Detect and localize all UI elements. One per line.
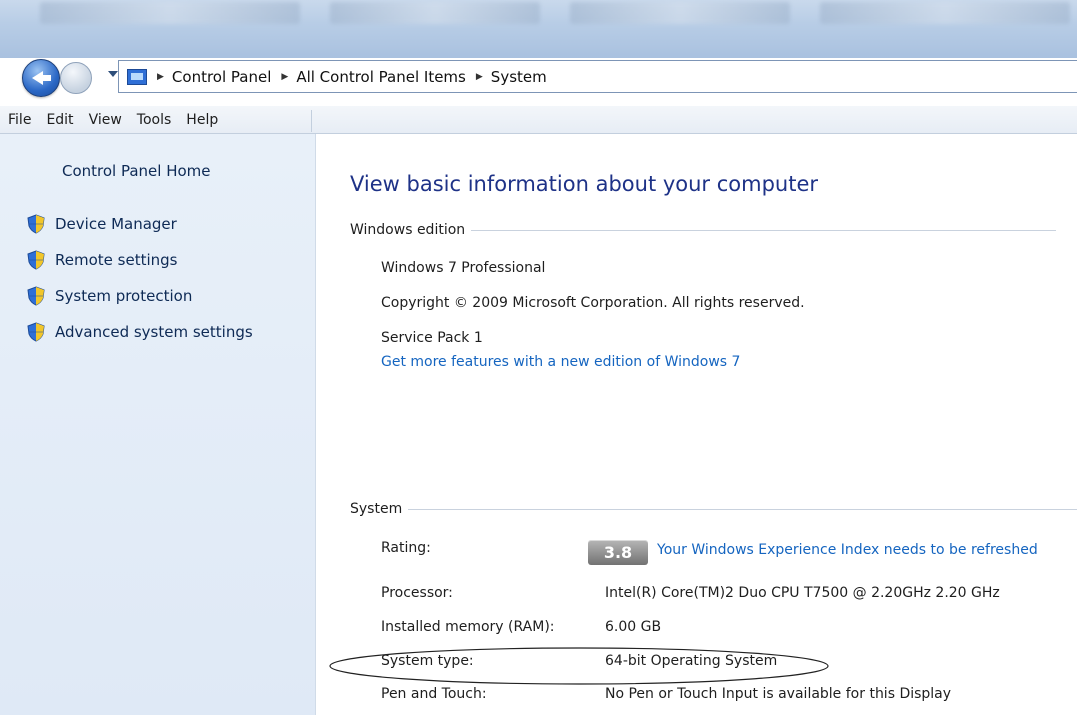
sidebar-item-label: Device Manager xyxy=(55,215,177,233)
menu-edit[interactable]: Edit xyxy=(46,112,73,128)
copyright-text: Copyright © 2009 Microsoft Corporation. … xyxy=(381,295,805,311)
back-arrow-icon[interactable] xyxy=(22,59,60,97)
sidebar-item-advanced-system-settings[interactable]: Advanced system settings xyxy=(27,322,253,342)
rating-label: Rating: xyxy=(381,540,431,556)
title-blur xyxy=(40,2,300,24)
sidebar-item-remote-settings[interactable]: Remote settings xyxy=(27,250,177,270)
sidebar-item-label: System protection xyxy=(55,287,193,305)
address-bar[interactable]: ▶ Control Panel ▶ All Control Panel Item… xyxy=(118,60,1077,93)
sidebar-item-device-manager[interactable]: Device Manager xyxy=(27,214,177,234)
breadcrumb-all-items[interactable]: All Control Panel Items xyxy=(296,68,466,86)
section-heading: System xyxy=(350,501,403,517)
menu-bar: File Edit View Tools Help xyxy=(0,106,1077,134)
menu-view[interactable]: View xyxy=(89,112,122,128)
menu-help[interactable]: Help xyxy=(186,112,218,128)
processor-value: Intel(R) Core(TM)2 Duo CPU T7500 @ 2.20G… xyxy=(605,585,1000,601)
sidebar-item-label: Remote settings xyxy=(55,251,178,269)
divider xyxy=(408,508,1077,510)
uac-shield-icon xyxy=(27,250,45,270)
page-title: View basic information about your comput… xyxy=(350,172,819,196)
pen-touch-value: No Pen or Touch Input is available for t… xyxy=(605,686,952,702)
upgrade-edition-link[interactable]: Get more features with a new edition of … xyxy=(381,354,740,370)
window-title-bar xyxy=(0,0,1077,58)
section-windows-edition: Windows edition xyxy=(350,222,1057,238)
menu-file[interactable]: File xyxy=(8,112,31,128)
uac-shield-icon xyxy=(27,214,45,234)
breadcrumb-arrow-icon[interactable]: ▶ xyxy=(157,72,164,82)
edition-name: Windows 7 Professional xyxy=(381,260,546,276)
highlight-ellipse-annotation xyxy=(329,647,829,685)
sidebar-item-system-protection[interactable]: System protection xyxy=(27,286,192,306)
memory-label: Installed memory (RAM): xyxy=(381,619,555,635)
recent-pages-dropdown-icon[interactable] xyxy=(108,71,118,77)
section-heading: Windows edition xyxy=(350,222,466,238)
divider xyxy=(471,229,1057,231)
memory-value: 6.00 GB xyxy=(605,619,662,635)
uac-shield-icon xyxy=(27,286,45,306)
title-blur xyxy=(820,2,1070,24)
forward-arrow-icon[interactable] xyxy=(60,62,92,94)
processor-label: Processor: xyxy=(381,585,453,601)
uac-shield-icon xyxy=(27,322,45,342)
sidebar-control-panel-home[interactable]: Control Panel Home xyxy=(62,162,211,180)
title-blur xyxy=(570,2,790,24)
breadcrumb-arrow-icon[interactable]: ▶ xyxy=(281,72,288,82)
service-pack: Service Pack 1 xyxy=(381,330,483,346)
wei-refresh-link[interactable]: Your Windows Experience Index needs to b… xyxy=(657,542,1038,558)
breadcrumb-system[interactable]: System xyxy=(491,68,547,86)
breadcrumb-control-panel[interactable]: Control Panel xyxy=(172,68,271,86)
wei-score-badge[interactable]: 3.8 xyxy=(588,540,648,565)
nav-buttons xyxy=(22,59,92,100)
title-blur xyxy=(330,2,540,24)
control-panel-icon xyxy=(127,68,147,85)
sidebar-item-label: Advanced system settings xyxy=(55,323,253,341)
breadcrumb-arrow-icon[interactable]: ▶ xyxy=(476,72,483,82)
menu-tools[interactable]: Tools xyxy=(137,112,172,128)
section-system: System xyxy=(350,501,1077,517)
pen-touch-label: Pen and Touch: xyxy=(381,686,487,702)
divider xyxy=(311,110,312,132)
